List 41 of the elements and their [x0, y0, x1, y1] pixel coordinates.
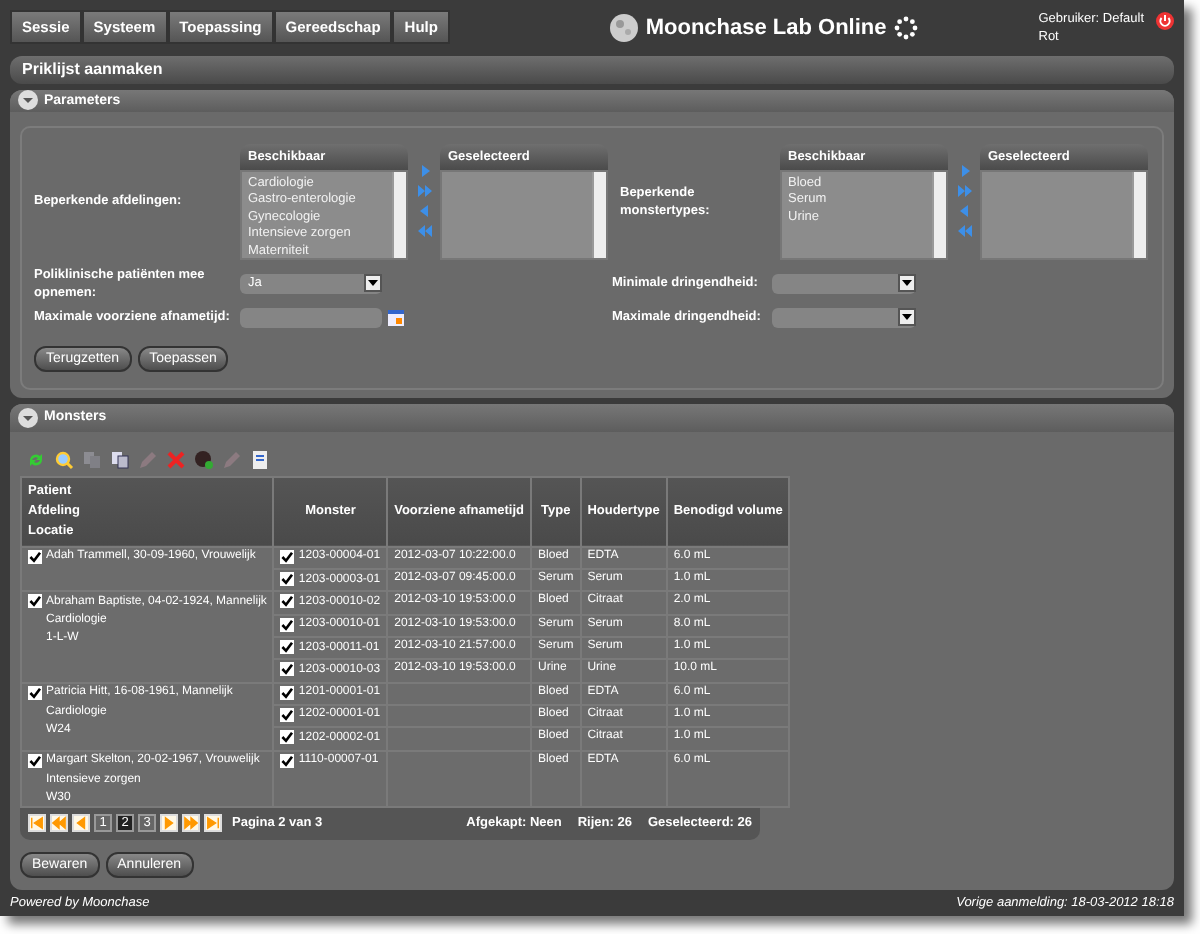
list-box[interactable]: [980, 169, 1148, 260]
checkbox[interactable]: [280, 572, 295, 587]
checkbox[interactable]: [280, 617, 295, 632]
checkbox[interactable]: [280, 730, 295, 745]
checkbox[interactable]: [28, 594, 42, 609]
checkbox[interactable]: [280, 753, 295, 768]
dropdown[interactable]: [772, 307, 916, 328]
chevron-right-button[interactable]: [160, 814, 178, 833]
double-chevron-right-button[interactable]: [182, 814, 200, 833]
refresh-icon[interactable]: [26, 449, 46, 470]
checkbox[interactable]: [28, 753, 42, 768]
caret-icon[interactable]: [368, 280, 378, 287]
app-title: Moonchase Lab Online: [645, 15, 887, 40]
first-page-button[interactable]: [28, 814, 46, 833]
checkbox[interactable]: [280, 594, 295, 609]
dropdown[interactable]: [772, 273, 916, 294]
last-page-button[interactable]: [204, 814, 222, 833]
power-icon[interactable]: [1156, 11, 1174, 30]
search-icon[interactable]: [54, 449, 74, 470]
list-box[interactable]: [440, 169, 608, 260]
caret-icon[interactable]: [902, 314, 912, 321]
collapse-icon[interactable]: [18, 90, 38, 111]
copy-icon[interactable]: [110, 449, 130, 470]
caret-icon[interactable]: [902, 280, 912, 287]
double-chevron-left-button[interactable]: [50, 814, 68, 833]
moon-icon: [609, 13, 638, 42]
checkbox[interactable]: [28, 549, 42, 564]
checkbox[interactable]: [280, 662, 295, 677]
checkbox[interactable]: [280, 549, 295, 564]
checkbox[interactable]: [280, 640, 295, 655]
chevron-left-button[interactable]: [72, 814, 90, 833]
loading-icon: [894, 15, 919, 40]
checkbox[interactable]: [28, 685, 42, 700]
page-title: Priklijst aanmaken: [10, 55, 1174, 84]
calendar-icon[interactable]: [388, 309, 404, 326]
date-field[interactable]: [240, 307, 382, 328]
document-icon[interactable]: [250, 449, 270, 470]
circle-icon[interactable]: [194, 449, 214, 470]
checkbox[interactable]: [280, 685, 295, 700]
collapse-icon[interactable]: [18, 407, 38, 428]
checkbox[interactable]: [280, 707, 295, 722]
